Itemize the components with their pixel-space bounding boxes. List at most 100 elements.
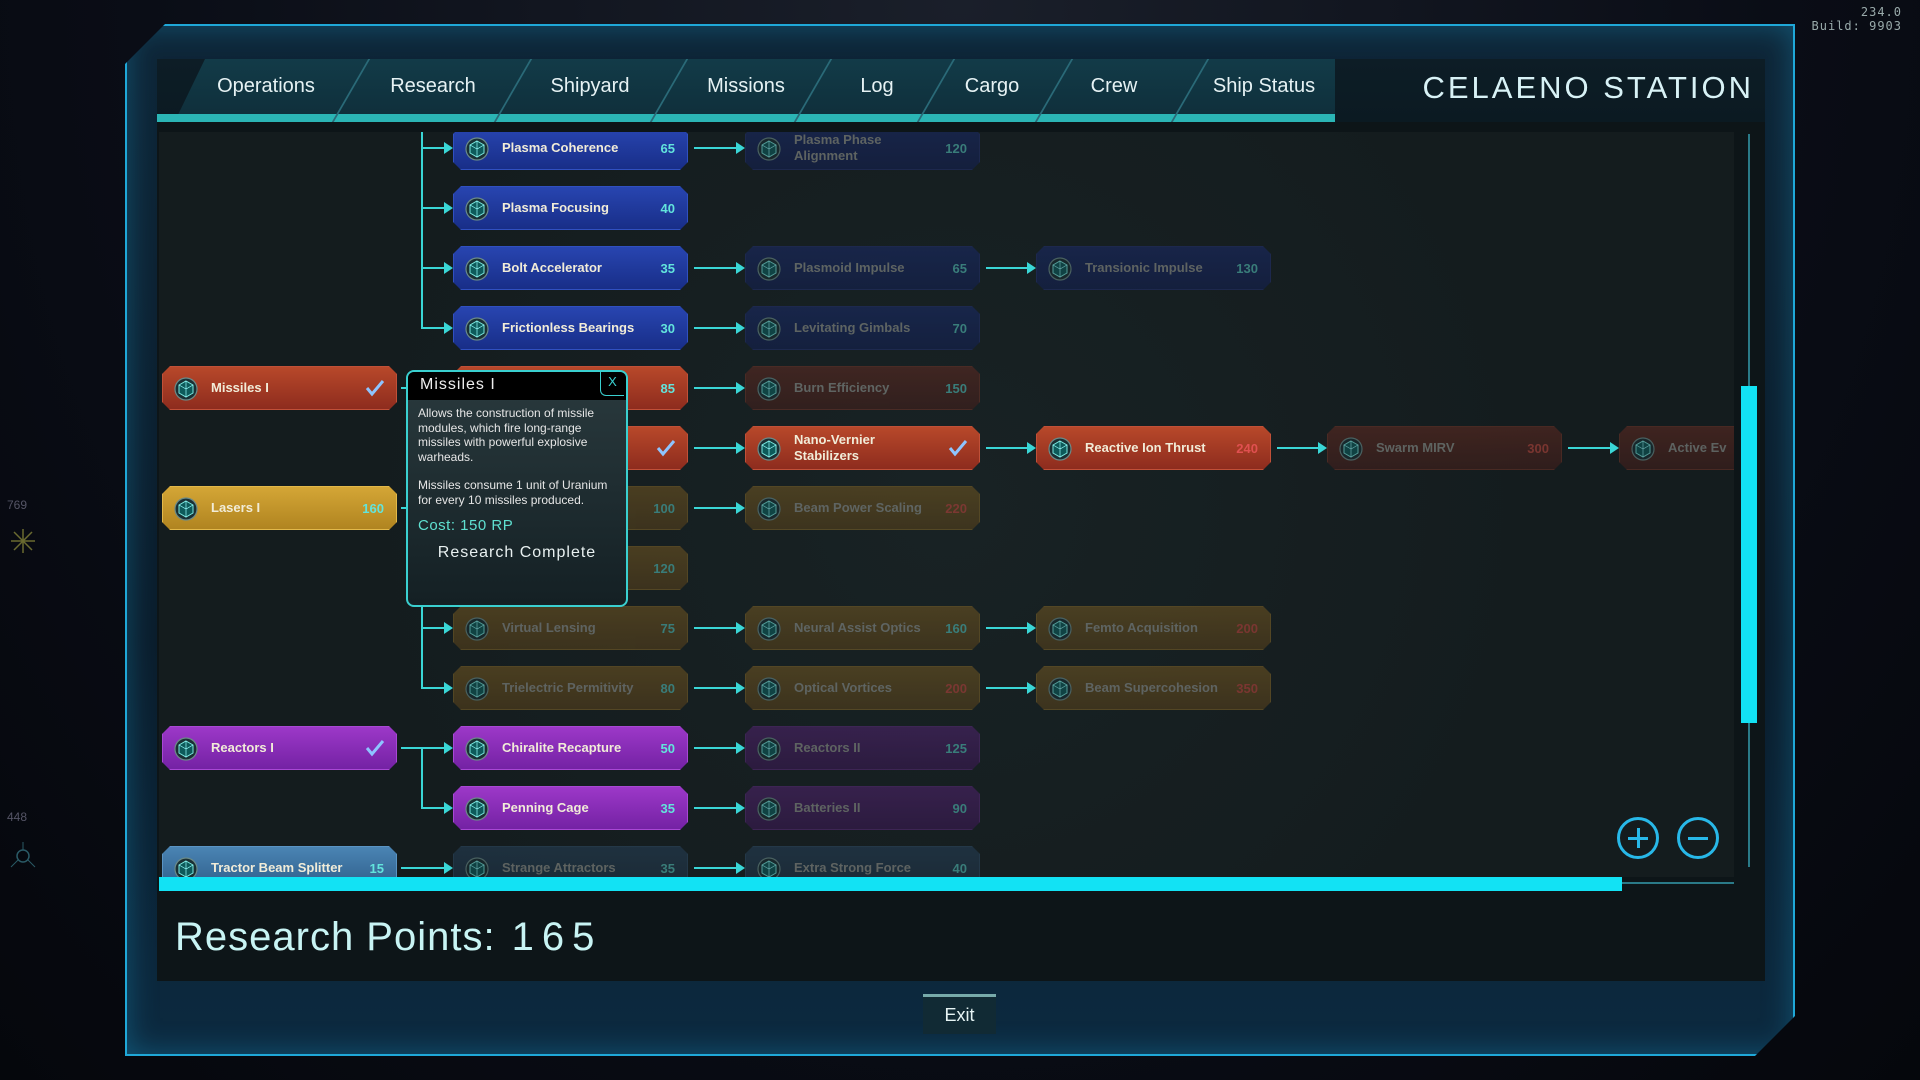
tech-node[interactable]: Swarm MIRV 300 [1327, 426, 1562, 470]
tech-cost: 200 [1236, 620, 1258, 636]
tech-node[interactable]: Plasma Phase Alignment 120 [745, 132, 980, 170]
tooltip-note: Missiles consume 1 unit of Uranium for e… [418, 478, 608, 507]
tab-log[interactable]: Log [860, 75, 893, 98]
connector-line [694, 747, 737, 749]
tech-node[interactable]: Levitating Gimbals 70 [745, 306, 980, 350]
tab-ship-status[interactable]: Ship Status [1213, 75, 1315, 98]
tech-cube-icon [1048, 677, 1072, 701]
tab-shipyard[interactable]: Shipyard [551, 75, 630, 98]
tab-research[interactable]: Research [390, 75, 476, 98]
tech-cube-icon [174, 737, 198, 761]
tooltip-description: Allows the construction of missile modul… [418, 406, 595, 464]
arrow-icon [444, 802, 453, 814]
tech-node[interactable]: Plasma Focusing 40 [453, 186, 688, 230]
tech-cube-icon [465, 737, 489, 761]
tech-name: Bolt Accelerator [502, 260, 602, 275]
connector-line [401, 747, 422, 749]
connector-line [421, 748, 423, 809]
tech-name: Femto Acquisition [1085, 620, 1198, 635]
tech-cost: 50 [660, 740, 675, 756]
arrow-icon [736, 682, 745, 694]
connector-line [694, 387, 737, 389]
tech-cost: 80 [660, 680, 675, 696]
tech-name: Plasma Focusing [502, 200, 609, 215]
tech-name: Extra Strong Force [794, 860, 912, 875]
tech-cost: 15 [369, 860, 384, 876]
tech-name: Plasma Phase Alignment [794, 132, 882, 163]
tech-cube-icon [757, 857, 781, 877]
tech-node[interactable]: Chiralite Recapture 50 [453, 726, 688, 770]
tech-node[interactable]: Neural Assist Optics 160 [745, 606, 980, 650]
tech-name: Beam Power Scaling [794, 500, 922, 515]
tech-node[interactable]: Active Ev [1619, 426, 1734, 470]
tech-node[interactable]: Virtual Lensing 75 [453, 606, 688, 650]
tech-node[interactable]: Bolt Accelerator 35 [453, 246, 688, 290]
connector-line [421, 132, 423, 329]
tech-node[interactable]: Nano-Vernier Stabilizers [745, 426, 980, 470]
connector-line [694, 507, 737, 509]
tech-node[interactable]: Optical Vortices 200 [745, 666, 980, 710]
tech-node[interactable]: Reactors II 125 [745, 726, 980, 770]
tech-node[interactable]: Extra Strong Force 40 [745, 846, 980, 877]
horizontal-scrollbar[interactable] [159, 877, 1622, 891]
tech-cost: 125 [945, 740, 967, 756]
tech-name: Tractor Beam Splitter [211, 860, 343, 875]
tech-cube-icon [174, 857, 198, 877]
connector-line [694, 447, 737, 449]
tech-node[interactable]: Reactive Ion Thrust 240 [1036, 426, 1271, 470]
zoom-in-button[interactable] [1617, 817, 1659, 859]
connector-line [694, 687, 737, 689]
tech-node[interactable]: Frictionless Bearings 30 [453, 306, 688, 350]
exit-button[interactable]: Exit [923, 994, 996, 1034]
tech-node[interactable]: Reactors I [162, 726, 397, 770]
connector-line [694, 327, 737, 329]
tab-operations[interactable]: Operations [217, 75, 315, 98]
tech-name: Frictionless Bearings [502, 320, 635, 335]
tab-crew[interactable]: Crew [1091, 75, 1138, 98]
tech-node[interactable]: Femto Acquisition 200 [1036, 606, 1271, 650]
tech-node[interactable]: Batteries II 90 [745, 786, 980, 830]
tab-cargo[interactable]: Cargo [965, 75, 1019, 98]
tech-cube-icon [1631, 437, 1655, 461]
connector-line [422, 747, 445, 749]
tech-node[interactable]: Burn Efficiency 150 [745, 366, 980, 410]
tech-node[interactable]: Trielectric Permitivity 80 [453, 666, 688, 710]
tech-node[interactable]: Plasmoid Impulse 65 [745, 246, 980, 290]
side-readout-top: 769 [7, 498, 28, 512]
star-icon [11, 529, 35, 553]
tech-cube-icon [757, 437, 781, 461]
vertical-scrollbar[interactable] [1741, 386, 1757, 723]
tech-name: Virtual Lensing [502, 620, 596, 635]
tech-node[interactable]: Tractor Beam Splitter 15 [162, 846, 397, 877]
tech-node[interactable]: Strange Attractors 35 [453, 846, 688, 877]
tech-node[interactable]: Plasma Coherence 65 [453, 132, 688, 170]
zoom-out-button[interactable] [1677, 817, 1719, 859]
arrow-icon [736, 322, 745, 334]
tech-cost: 65 [952, 260, 967, 276]
tab-missions[interactable]: Missions [707, 75, 785, 98]
tech-node[interactable]: Beam Supercohesion 350 [1036, 666, 1271, 710]
research-tree[interactable]: Plasma Coherence 65 Plasma Phase Alignment… [159, 132, 1734, 877]
research-points: Research Points: 165 [175, 915, 602, 960]
research-points-label: Research Points: [175, 915, 496, 959]
arrow-icon [1027, 682, 1036, 694]
tech-name: Swarm MIRV [1376, 440, 1455, 455]
tech-cost: 40 [660, 200, 675, 216]
connector-line [422, 867, 445, 869]
tech-tooltip: Missiles I X Allows the construction of … [406, 370, 628, 607]
tech-node[interactable]: Missiles I [162, 366, 397, 410]
arrow-icon [736, 622, 745, 634]
tech-node[interactable]: Transionic Impulse 130 [1036, 246, 1271, 290]
station-title: CELAENO STATION [1422, 70, 1754, 105]
tech-node[interactable]: Beam Power Scaling 220 [745, 486, 980, 530]
connector-line [422, 207, 445, 209]
tech-cube-icon [757, 617, 781, 641]
tech-cube-icon [174, 497, 198, 521]
tech-node[interactable]: Penning Cage 35 [453, 786, 688, 830]
tech-cube-icon [465, 317, 489, 341]
tooltip-close-button[interactable]: X [600, 372, 624, 396]
tech-cube-icon [757, 137, 781, 161]
checkmark-icon [947, 437, 969, 459]
tech-node[interactable]: Lasers I 160 [162, 486, 397, 530]
tech-cube-icon [465, 677, 489, 701]
